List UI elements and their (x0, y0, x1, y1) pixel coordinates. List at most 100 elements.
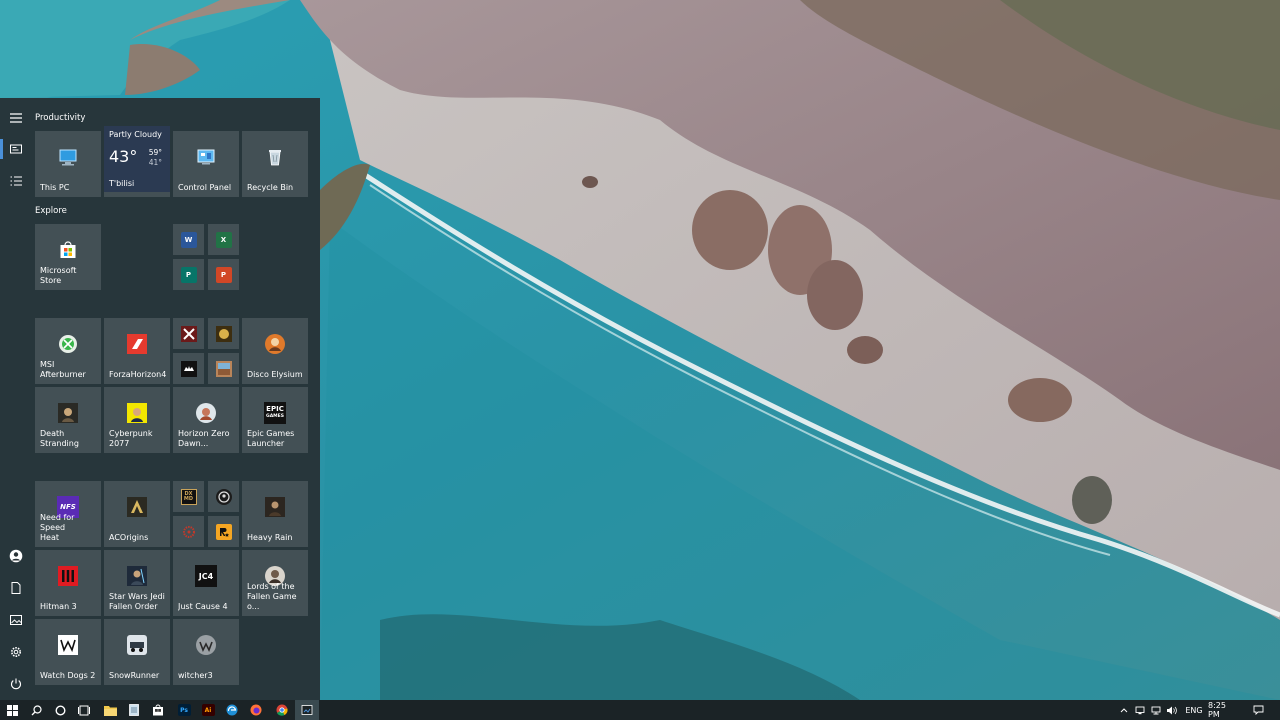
power-button[interactable] (0, 668, 32, 700)
recycle-bin-icon (264, 146, 286, 168)
tile-watch-dogs-2[interactable]: Watch Dogs 2 (35, 619, 101, 685)
tile-game-small-3[interactable] (173, 353, 204, 384)
start-rail (0, 98, 32, 700)
epic-icon-subtext: GAMES (266, 414, 284, 420)
heavy-rain-icon (264, 496, 286, 518)
tile-witcher3[interactable]: witcher3 (173, 619, 239, 685)
taskbar-file-explorer[interactable] (98, 700, 122, 720)
tile-game-small-5[interactable] (208, 481, 239, 512)
tile-forza-horizon-4[interactable]: ForzaHorizon4 (104, 318, 170, 384)
game-bat-icon (180, 360, 197, 377)
taskbar-firefox[interactable] (244, 700, 268, 720)
taskbar-edge[interactable] (220, 700, 244, 720)
documents-button[interactable] (0, 572, 32, 604)
clock[interactable]: 8:25 PM (1208, 700, 1240, 720)
settings-button[interactable] (0, 636, 32, 668)
tile-weather[interactable]: Partly Cloudy 43° 59° 41° T'bilisi (104, 126, 170, 192)
taskbar-illustrator[interactable]: Ai (196, 700, 220, 720)
show-hidden-icons-button[interactable] (1118, 700, 1130, 720)
tile-word[interactable]: W (173, 224, 204, 255)
group-title-productivity[interactable]: Productivity (35, 113, 85, 123)
deus-ex-icon: DX MD (180, 488, 197, 505)
group-title-explore[interactable]: Explore (35, 206, 67, 216)
tile-deus-ex[interactable]: DX MD (173, 481, 204, 512)
windows-logo-icon (6, 704, 18, 716)
epic-icon-text: EPIC (266, 405, 284, 414)
tile-game-small-6[interactable] (173, 516, 204, 547)
pinned-tiles-button[interactable] (0, 133, 32, 165)
publisher-icon: P (180, 266, 197, 283)
chrome-icon (276, 704, 288, 716)
tile-horizon-zero-dawn[interactable]: Horizon Zero Dawn... (173, 387, 239, 453)
tile-microsoft-store[interactable]: Microsoft Store (35, 224, 101, 290)
input-language-button[interactable]: ENG (1183, 700, 1205, 720)
tray-volume-button[interactable] (1165, 700, 1177, 720)
taskbar: Ps Ai ENG 8:25 PM (0, 700, 1280, 720)
tile-star-wars-jedi[interactable]: Star Wars Jedi Fallen Order (104, 550, 170, 616)
start-button[interactable] (0, 700, 24, 720)
tile-disco-elysium[interactable]: Disco Elysium (242, 318, 308, 384)
tile-label: Epic Games Launcher (247, 429, 295, 448)
tile-need-for-speed-heat[interactable]: NFS Need for Speed Heat (35, 481, 101, 547)
tile-cyberpunk-2077[interactable]: Cyberpunk 2077 (104, 387, 170, 453)
taskbar-store[interactable] (146, 700, 170, 720)
horizon-icon (195, 402, 217, 424)
tile-recycle-bin[interactable]: Recycle Bin (242, 131, 308, 197)
task-view-button[interactable] (72, 700, 96, 720)
weather-high: 59° (148, 148, 162, 157)
tile-excel[interactable]: X (208, 224, 239, 255)
user-account-button[interactable] (0, 540, 32, 572)
search-button[interactable] (24, 700, 48, 720)
tile-powerpoint[interactable]: P (208, 259, 239, 290)
tile-game-small-1[interactable] (173, 318, 204, 349)
task-view-icon (78, 705, 90, 715)
tile-rockstar[interactable] (208, 516, 239, 547)
tile-snowrunner[interactable]: SnowRunner (104, 619, 170, 685)
notification-icon (1253, 705, 1263, 715)
user-avatar-icon (9, 549, 23, 563)
tile-label: Need for Speed Heat (40, 513, 75, 542)
excel-icon: X (215, 231, 232, 248)
tile-label: Horizon Zero Dawn... (178, 429, 230, 448)
tile-just-cause-4[interactable]: JC4 Just Cause 4 (173, 550, 239, 616)
cortana-button[interactable] (48, 700, 72, 720)
tile-msi-afterburner[interactable]: MSI Afterburner (35, 318, 101, 384)
power-icon (11, 678, 21, 690)
all-apps-button[interactable] (0, 165, 32, 197)
pictures-button[interactable] (0, 604, 32, 636)
witcher-icon (195, 634, 217, 656)
tile-game-small-4[interactable] (208, 353, 239, 384)
tile-control-panel[interactable]: Control Panel (173, 131, 239, 197)
taskbar-photoshop[interactable]: Ps (172, 700, 196, 720)
list-icon (10, 176, 22, 186)
epic-games-icon: EPIC GAMES (264, 402, 286, 425)
tile-label: Watch Dogs 2 (40, 671, 96, 680)
tray-network-button[interactable] (1150, 700, 1162, 720)
tile-heavy-rain[interactable]: Heavy Rain (242, 481, 308, 547)
illustrator-icon: Ai (201, 704, 215, 716)
expand-menu-button[interactable] (0, 102, 32, 134)
tray-device-button[interactable] (1134, 700, 1146, 720)
assassins-creed-icon (126, 496, 148, 518)
tile-this-pc[interactable]: This PC (35, 131, 101, 197)
tile-label: MSI Afterburner (40, 360, 86, 379)
tile-lords-of-the-fallen[interactable]: Lords of the Fallen Game o... (242, 550, 308, 616)
tile-publisher[interactable]: P (173, 259, 204, 290)
forza-icon (126, 333, 148, 355)
game-landscape-icon (215, 360, 232, 377)
taskbar-notepad[interactable] (122, 700, 146, 720)
snowrunner-icon (126, 634, 148, 656)
action-center-button[interactable] (1250, 700, 1266, 720)
store-icon (153, 704, 163, 716)
tile-epic-games-launcher[interactable]: EPIC GAMES Epic Games Launcher (242, 387, 308, 453)
tile-death-stranding[interactable]: Death Stranding (35, 387, 101, 453)
app-window-icon (301, 705, 313, 715)
tile-hitman-3[interactable]: Hitman 3 (35, 550, 101, 616)
taskbar-chrome[interactable] (270, 700, 294, 720)
tile-label: Just Cause 4 (178, 602, 228, 611)
tile-acorigins[interactable]: ACOrigins (104, 481, 170, 547)
taskbar-active-app[interactable] (295, 700, 319, 720)
volume-icon (1166, 706, 1177, 714)
hamburger-icon (10, 113, 22, 123)
tile-game-small-2[interactable] (208, 318, 239, 349)
